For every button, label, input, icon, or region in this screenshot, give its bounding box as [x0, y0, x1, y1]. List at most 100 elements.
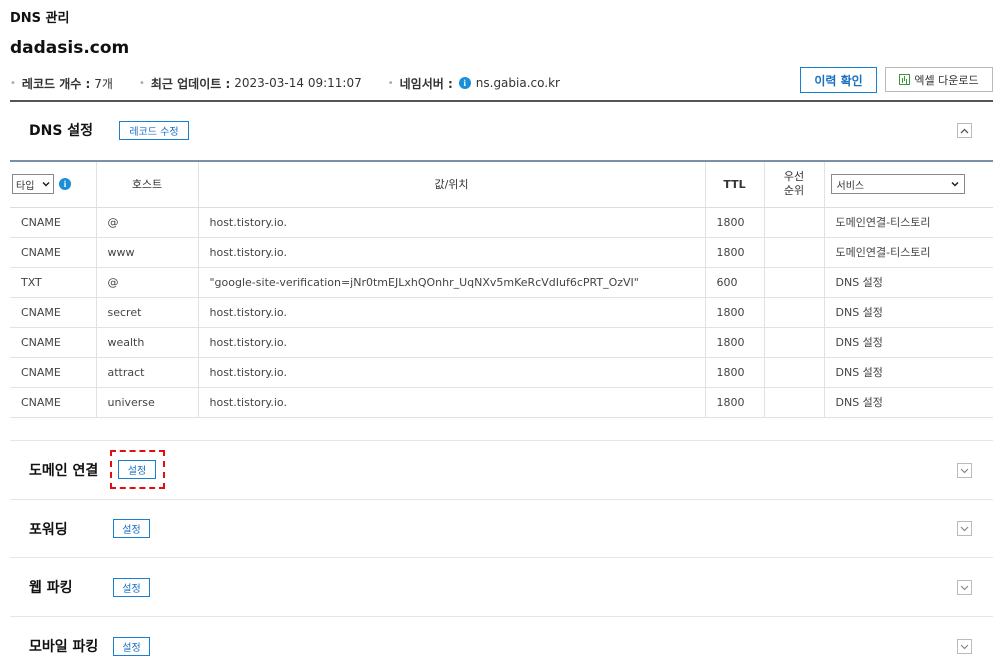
web-parking-settings-button[interactable]: 설정 [113, 578, 150, 597]
section-divider [10, 557, 993, 558]
record-value: host.tistory.io. [197, 237, 705, 268]
record-count-label: 레코드 개수 : [21, 76, 91, 91]
service-filter-select[interactable]: 서비스 [830, 174, 965, 195]
record-count-value: 7개 [94, 76, 113, 91]
info-icon[interactable]: i [458, 77, 471, 89]
record-host: universe [95, 387, 198, 418]
dns-section-title: DNS 설정 [29, 123, 94, 139]
bullet-icon: • [138, 77, 145, 89]
section-divider [10, 616, 993, 617]
ttl-column-header: TTL [704, 160, 764, 208]
service-filter-value: 서비스 [836, 180, 865, 192]
table-row: CNAME @ host.tistory.io. 1800 도메인연결-티스토리 [10, 207, 993, 238]
record-ttl: 1800 [704, 237, 764, 268]
highlight-box [110, 450, 165, 489]
record-priority [763, 387, 824, 418]
page-title: DNS 관리 [10, 11, 70, 26]
record-service: DNS 설정 [823, 267, 993, 298]
table-row: TXT @ "google-site-verification=jNr0tmEJ… [10, 267, 993, 298]
info-icon[interactable]: i [59, 178, 71, 191]
record-type: CNAME [10, 357, 96, 388]
forwarding-title: 포워딩 [29, 522, 68, 538]
record-type: TXT [10, 267, 96, 298]
record-ttl: 1800 [704, 207, 764, 238]
value-column-header: 값/위치 [197, 160, 705, 208]
record-ttl: 1800 [704, 387, 764, 418]
dns-records-table: 타입 i 호스트 값/위치 TTL 우선 순위 서비스 CNAME @ host… [10, 160, 993, 418]
record-priority [763, 207, 824, 238]
host-column-header: 호스트 [95, 160, 198, 208]
record-ttl: 600 [704, 267, 764, 298]
record-service: DNS 설정 [823, 387, 993, 418]
forwarding-settings-button[interactable]: 설정 [113, 519, 150, 538]
mobile-parking-settings-button[interactable]: 설정 [113, 637, 150, 656]
record-value: host.tistory.io. [197, 387, 705, 418]
record-value: host.tistory.io. [197, 207, 705, 238]
table-row: CNAME wealth host.tistory.io. 1800 DNS 설… [10, 327, 993, 358]
excel-download-label: 엑셀 다운로드 [914, 73, 979, 87]
record-service: DNS 설정 [823, 297, 993, 328]
record-service: 도메인연결-티스토리 [823, 207, 993, 238]
nameserver: • 네임서버 : i ns.gabia.co.kr [388, 75, 560, 92]
table-row: CNAME www host.tistory.io. 1800 도메인연결-티스… [10, 237, 993, 268]
record-host: www [95, 237, 198, 268]
domain-name: dadasis.com [10, 38, 130, 58]
record-priority [763, 297, 824, 328]
type-column-header: 타입 i [10, 160, 96, 208]
domain-connect-title: 도메인 연결 [29, 463, 99, 479]
chart-icon [899, 74, 911, 85]
record-host: @ [95, 267, 198, 298]
record-type: CNAME [10, 387, 96, 418]
bullet-icon: • [387, 77, 394, 89]
chevron-down-icon [42, 182, 50, 187]
last-updated-value: 2023-03-14 09:11:07 [234, 76, 362, 90]
edit-records-button[interactable]: 레코드 수정 [119, 121, 189, 140]
record-ttl: 1800 [704, 327, 764, 358]
history-button[interactable]: 이력 확인 [800, 67, 877, 93]
type-filter-value: 타입 [16, 180, 35, 192]
record-type: CNAME [10, 237, 96, 268]
type-filter-select[interactable]: 타입 [12, 174, 54, 195]
record-value: "google-site-verification=jNr0tmEJLxhQOn… [197, 267, 705, 298]
record-value: host.tistory.io. [197, 297, 705, 328]
record-priority [763, 327, 824, 358]
record-host: attract [95, 357, 198, 388]
record-ttl: 1800 [704, 357, 764, 388]
record-value: host.tistory.io. [197, 327, 705, 358]
record-ttl: 1800 [704, 297, 764, 328]
chevron-down-icon [950, 182, 959, 187]
nameserver-value: ns.gabia.co.kr [475, 76, 560, 90]
excel-download-button[interactable]: 엑셀 다운로드 [885, 67, 993, 92]
record-host: @ [95, 207, 198, 238]
collapse-icon[interactable] [957, 123, 972, 138]
record-priority [763, 357, 824, 388]
header-divider [10, 100, 993, 102]
expand-icon[interactable] [957, 580, 972, 595]
record-service: 도메인연결-티스토리 [823, 237, 993, 268]
record-service: DNS 설정 [823, 327, 993, 358]
record-type: CNAME [10, 207, 96, 238]
last-updated-label: 최근 업데이트 : [150, 76, 231, 91]
table-row: CNAME attract host.tistory.io. 1800 DNS … [10, 357, 993, 388]
service-column-header: 서비스 [823, 160, 993, 208]
record-host: wealth [95, 327, 198, 358]
expand-icon[interactable] [957, 463, 972, 478]
table-row: CNAME secret host.tistory.io. 1800 DNS 설… [10, 297, 993, 328]
record-priority [763, 267, 824, 298]
record-count: • 레코드 개수 : 7개 [10, 75, 113, 92]
section-divider [10, 499, 993, 500]
record-type: CNAME [10, 297, 96, 328]
section-divider [10, 440, 993, 441]
table-row: CNAME universe host.tistory.io. 1800 DNS… [10, 387, 993, 418]
bullet-icon: • [10, 77, 16, 89]
nameserver-label: 네임서버 : [399, 76, 453, 91]
expand-icon[interactable] [957, 639, 972, 654]
mobile-parking-title: 모바일 파킹 [29, 639, 99, 655]
priority-column-header: 우선 순위 [763, 160, 824, 208]
record-priority [763, 237, 824, 268]
web-parking-title: 웹 파킹 [29, 580, 73, 596]
meta-row: • 레코드 개수 : 7개 • 최근 업데이트 : 2023-03-14 09:… [10, 74, 586, 92]
last-updated: • 최근 업데이트 : 2023-03-14 09:11:07 [139, 75, 362, 92]
record-service: DNS 설정 [823, 357, 993, 388]
expand-icon[interactable] [957, 521, 972, 536]
